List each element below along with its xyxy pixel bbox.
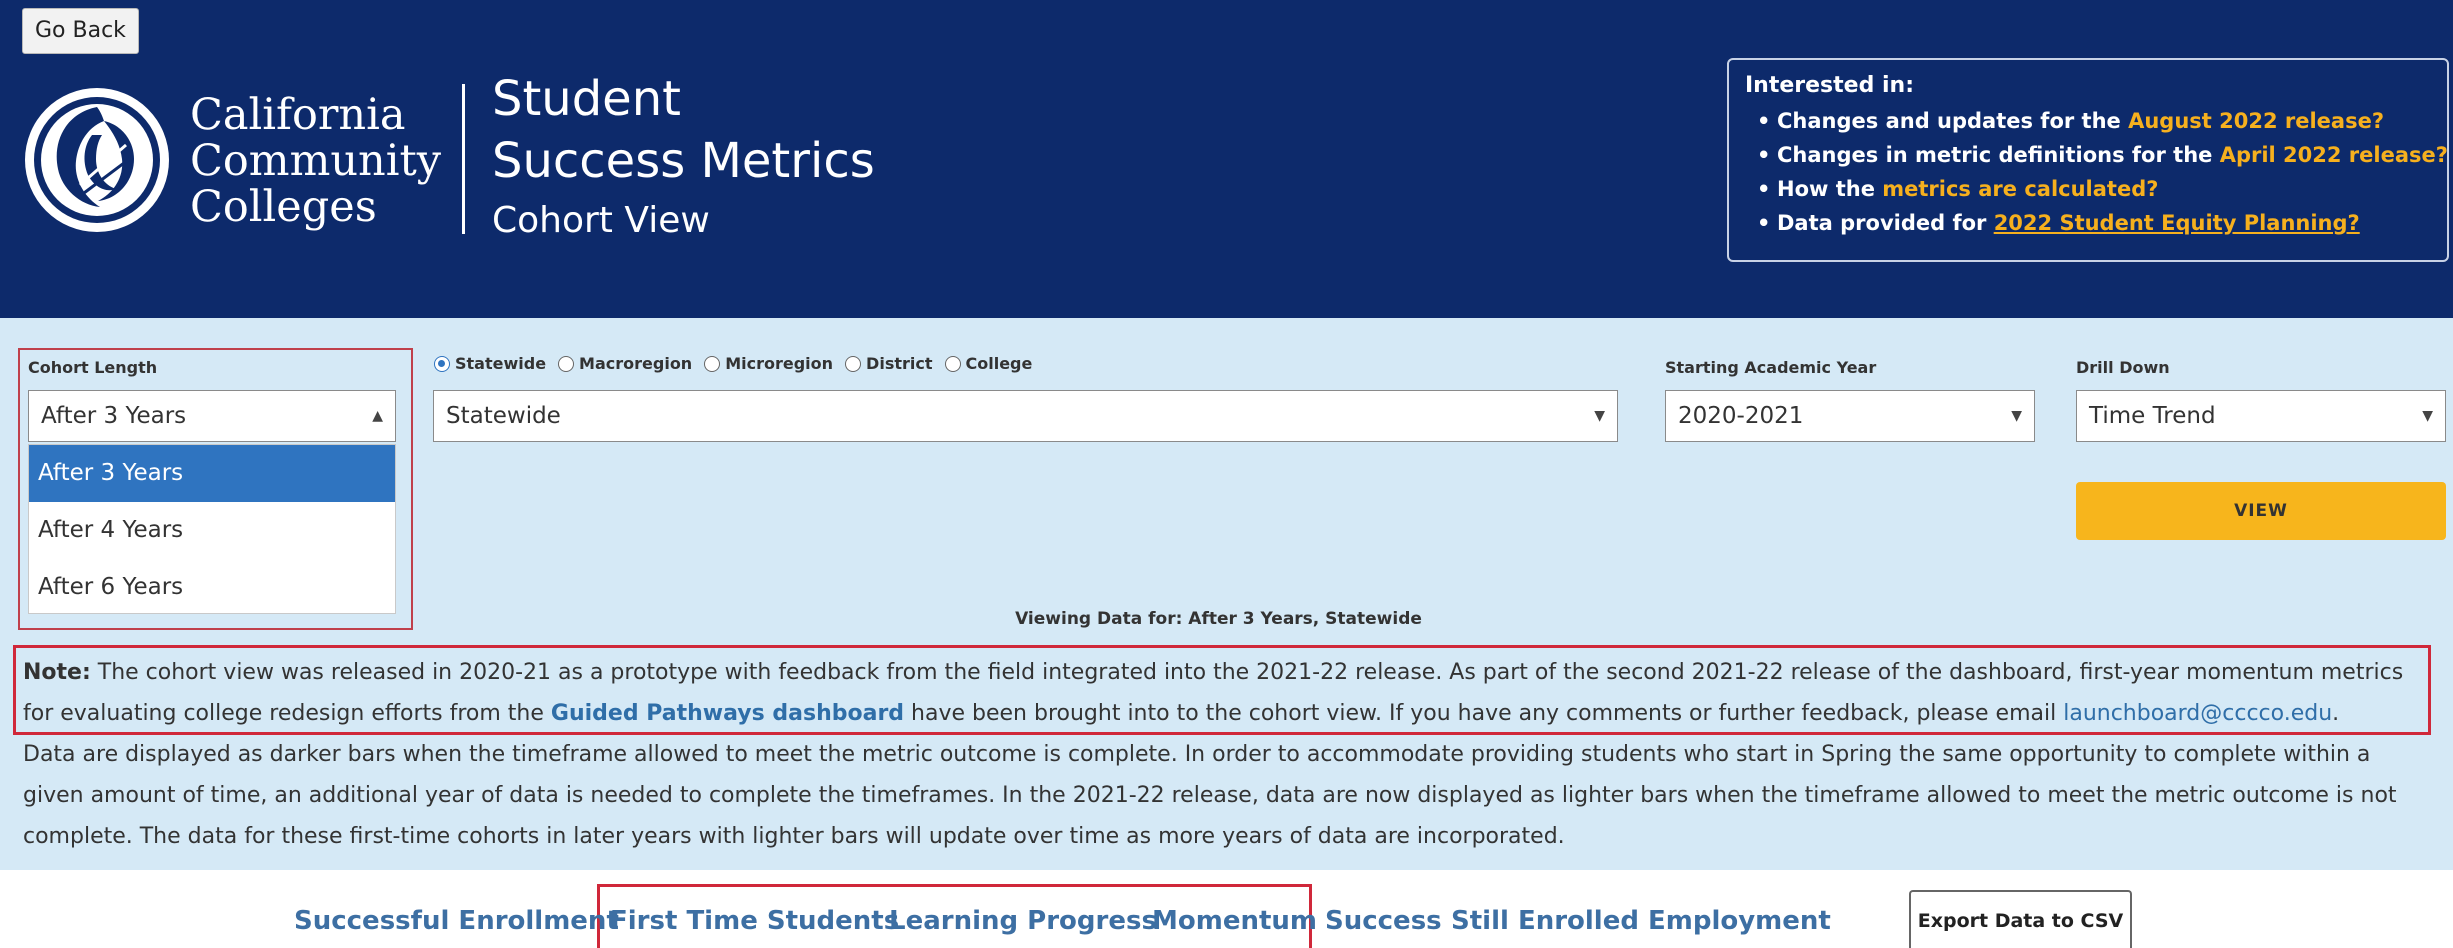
note-line-1-text: The cohort view was released in 2020-21 … [97, 660, 2404, 685]
note-line-4: given amount of time, an additional year… [23, 783, 2397, 808]
tab-learning-progress[interactable]: Learning Progress [889, 906, 1157, 936]
radio-label: Microregion [725, 354, 834, 373]
interest-list: Changes and updates for the August 2022 … [1745, 104, 2448, 240]
note-line-1: Note: The cohort view was released in 20… [23, 652, 2433, 693]
export-csv-button[interactable]: Export Data to CSV [1909, 890, 2132, 948]
radio-microregion[interactable]: Microregion [704, 354, 833, 373]
ccc-seal-logo [25, 88, 169, 232]
metrics-calculated-link[interactable]: metrics are calculated? [1882, 177, 2158, 201]
interest-item-text: Changes in metric definitions for the [1777, 143, 2220, 167]
geography-value: Statewide [446, 403, 561, 429]
cohort-length-dropdown: After 3 Years After 4 Years After 6 Year… [28, 444, 396, 614]
starting-year-label: Starting Academic Year [1665, 358, 1877, 377]
caret-down-icon: ▼ [2422, 408, 2433, 424]
radio-label: Macroregion [579, 354, 693, 373]
note-line-2-text: for evaluating college redesign efforts … [23, 701, 551, 726]
geography-radio-group: Statewide Macroregion Microregion Distri… [434, 354, 1038, 373]
option-after-4-years[interactable]: After 4 Years [29, 502, 395, 559]
note-line-5: complete. The data for these first-time … [23, 824, 1565, 849]
radio-checked-icon [434, 355, 450, 372]
radio-unchecked-icon [944, 355, 961, 372]
go-back-button[interactable]: Go Back [22, 8, 139, 54]
interest-item: Changes and updates for the August 2022 … [1745, 104, 2431, 138]
option-after-3-years[interactable]: After 3 Years [29, 445, 395, 502]
viewing-data-text: Viewing Data for: After 3 Years, Statewi… [1015, 609, 1422, 629]
app-title-line-1: Student [492, 71, 681, 127]
radio-unchecked-icon [704, 355, 721, 372]
radio-college[interactable]: College [944, 354, 1033, 373]
email-link[interactable]: launchboard@cccco.edu [2063, 701, 2332, 726]
wordmark-line-3: Colleges [190, 182, 377, 232]
equity-planning-link[interactable]: 2022 Student Equity Planning? [1994, 211, 2360, 235]
drill-down-select[interactable]: Time Trend ▼ [2076, 390, 2446, 442]
caret-down-icon: ▼ [1594, 408, 1605, 424]
radio-unchecked-icon [845, 355, 862, 372]
tab-success[interactable]: Success [1325, 906, 1442, 936]
note-line-2: for evaluating college redesign efforts … [23, 693, 2433, 734]
wordmark-line-2: Community [190, 136, 442, 186]
interest-item-text: Data provided for [1777, 211, 1994, 235]
view-button[interactable]: VIEW [2076, 482, 2446, 540]
cohort-length-value: After 3 Years [41, 403, 187, 429]
guided-pathways-link[interactable]: Guided Pathways dashboard [551, 701, 904, 726]
april-release-link[interactable]: April 2022 release? [2220, 143, 2448, 167]
interest-item: Changes in metric definitions for the Ap… [1745, 138, 2448, 172]
app-title: Student Success Metrics Cohort View [492, 68, 875, 250]
radio-macroregion[interactable]: Macroregion [558, 354, 692, 373]
tab-employment[interactable]: Employment [1648, 906, 1831, 936]
radio-statewide[interactable]: Statewide [434, 354, 546, 373]
drill-down-label: Drill Down [2076, 358, 2170, 377]
note-period: . [2332, 701, 2340, 726]
starting-year-value: 2020-2021 [1678, 403, 1804, 429]
tab-still-enrolled[interactable]: Still Enrolled [1451, 906, 1639, 936]
ccc-wordmark: California Community Colleges [190, 92, 441, 230]
radio-district[interactable]: District [845, 354, 933, 373]
page: Go Back California Community Colleges St… [0, 0, 2453, 948]
interest-item-text: How the [1777, 177, 1883, 201]
note-line-2-text: have been brought into to the cohort vie… [904, 701, 2064, 726]
radio-label: Statewide [455, 354, 547, 373]
wordmark-line-1: California [190, 90, 406, 140]
app-title-line-2: Success Metrics [492, 133, 875, 189]
app-subtitle: Cohort View [492, 200, 710, 241]
header-banner: Go Back California Community Colleges St… [0, 0, 2453, 318]
starting-year-select[interactable]: 2020-2021 ▼ [1665, 390, 2035, 442]
viewing-data-caption: Viewing Data for: After 3 Years, Statewi… [0, 609, 2453, 629]
header-divider [462, 84, 465, 234]
note-line-3: Data are displayed as darker bars when t… [23, 742, 2371, 767]
cohort-length-label: Cohort Length [28, 358, 158, 377]
geography-select[interactable]: Statewide ▼ [433, 390, 1618, 442]
radio-label: College [965, 354, 1033, 373]
interest-item: Data provided for 2022 Student Equity Pl… [1745, 206, 2431, 240]
note-label: Note: [23, 660, 91, 685]
tab-first-time-students[interactable]: First Time Students [610, 906, 899, 936]
option-after-6-years[interactable]: After 6 Years [29, 559, 395, 616]
drill-down-value: Time Trend [2089, 403, 2216, 429]
cohort-length-select[interactable]: After 3 Years ▲ [28, 390, 396, 442]
interest-item: How the metrics are calculated? [1745, 172, 2431, 206]
interest-panel: Interested in: Changes and updates for t… [1727, 58, 2449, 262]
radio-unchecked-icon [558, 355, 575, 372]
caret-down-icon: ▼ [2011, 408, 2022, 424]
august-release-link[interactable]: August 2022 release? [2128, 109, 2384, 133]
tab-momentum[interactable]: Momentum [1152, 906, 1317, 936]
radio-label: District [866, 354, 933, 373]
interest-title: Interested in: [1745, 73, 1914, 98]
note-text: Note: The cohort view was released in 20… [23, 652, 2433, 857]
caret-up-icon: ▲ [372, 408, 383, 424]
tab-successful-enrollment[interactable]: Successful Enrollment [294, 906, 619, 936]
interest-item-text: Changes and updates for the [1777, 109, 2129, 133]
